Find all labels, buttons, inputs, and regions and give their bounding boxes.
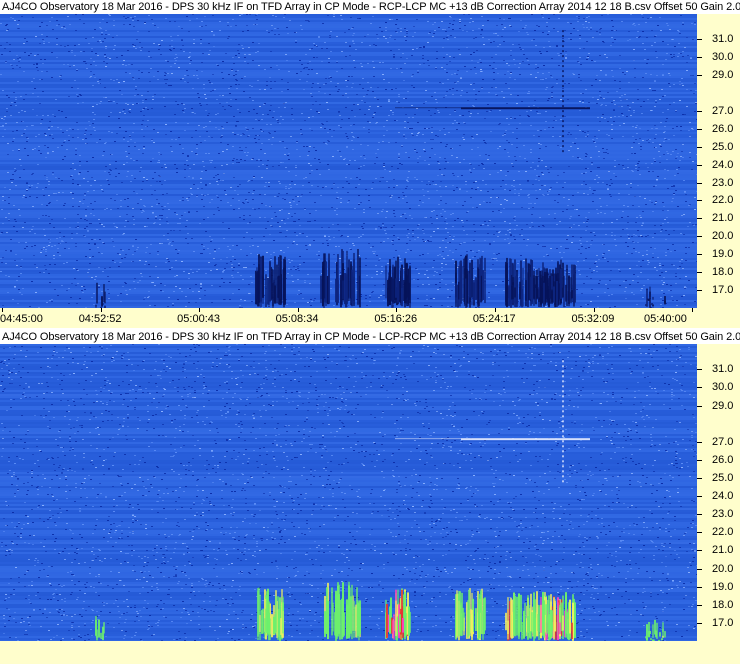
spectrogram-rcp-lcp: [0, 14, 697, 308]
spectrogram-plot: [0, 14, 697, 308]
panel-lcp-rcp: AJ4CO Observatory 18 Mar 2016 - DPS 30 k…: [0, 330, 740, 641]
x-axis: 04:45:00 04:52:52 05:00:43 05:08:34 05:16:26…: [0, 308, 740, 328]
spectrogram-plot: [0, 344, 697, 641]
panel-rcp-lcp: AJ4CO Observatory 18 Mar 2016 - DPS 30 k…: [0, 0, 740, 328]
y-axis: 31.0 30.0 29.0 27.0 26.0 25.0 24.0 23.0 22.0 21.0…: [697, 344, 740, 641]
x-axis-empty: [0, 641, 740, 664]
spectrogram-lcp-rcp: [0, 344, 697, 641]
chart-title: AJ4CO Observatory 18 Mar 2016 - DPS 30 k…: [2, 1, 740, 13]
chart-title: AJ4CO Observatory 18 Mar 2016 - DPS 30 k…: [2, 331, 740, 343]
y-axis: 31.0 30.0 29.0 27.0 26.0 25.0 24.0 23.0 22.0 21.0…: [697, 14, 740, 308]
